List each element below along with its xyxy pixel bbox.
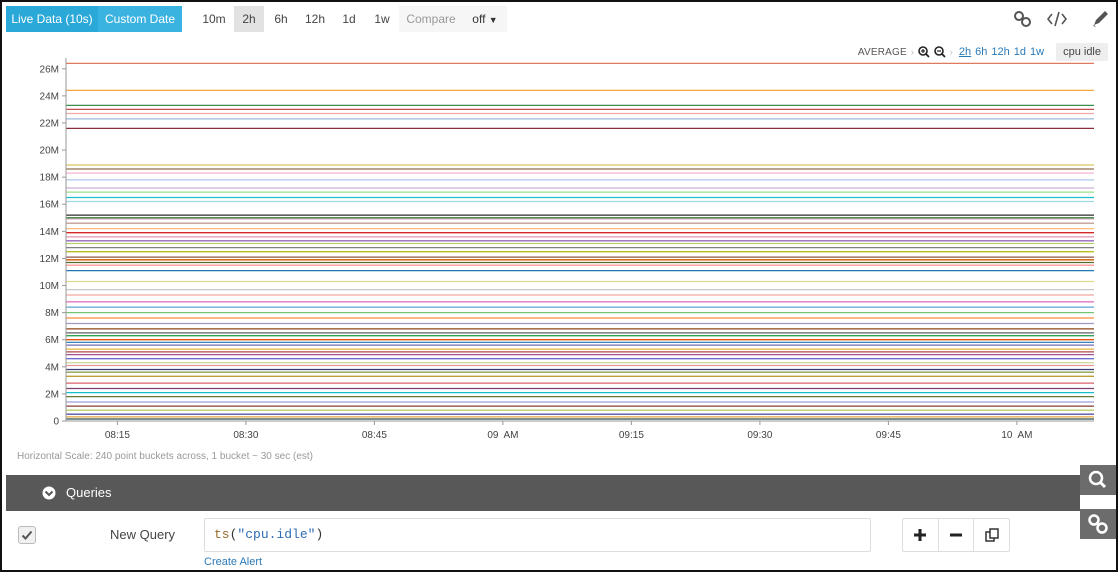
live-data-button[interactable]: Live Data (10s) (6, 6, 98, 32)
y-tick-label: 14M (40, 227, 59, 238)
range-10m-button[interactable]: 10m (195, 6, 233, 32)
horizontal-scale-note: Horizontal Scale: 240 point buckets acro… (17, 451, 313, 462)
range-1d-button[interactable]: 1d (333, 6, 365, 32)
search-button[interactable] (1080, 465, 1116, 495)
compare-value: off (472, 12, 486, 26)
link-icon (1088, 514, 1108, 534)
copy-icon (984, 528, 999, 542)
add-query-button[interactable] (903, 519, 939, 551)
y-tick-label: 16M (40, 200, 59, 211)
compare-label: Compare (399, 6, 463, 32)
query-argument: "cpu.idle" (237, 527, 316, 542)
copy-query-button[interactable] (974, 519, 1009, 551)
chevron-down-icon (42, 486, 56, 500)
app-frame: Live Data (10s) Custom Date 10m 2h 6h 12… (0, 0, 1118, 572)
x-tick-label: 09:30 (747, 430, 772, 441)
y-tick-label: 26M (40, 64, 59, 75)
x-tick-label: 09 AM (487, 430, 518, 441)
remove-query-button[interactable] (939, 519, 975, 551)
y-tick-label: 2M (45, 389, 59, 400)
caret-down-icon: ▼ (488, 15, 498, 25)
create-alert-link[interactable]: Create Alert (204, 556, 262, 568)
query-function: ts (214, 527, 230, 542)
chart-panel: AVERAGE › › 2h 6h 12h 1d 1w cpu idle 0 2… (6, 36, 1114, 466)
range-2h-button[interactable]: 2h (234, 6, 264, 32)
time-toolbar: Live Data (10s) Custom Date 10m 2h 6h 12… (6, 6, 1114, 32)
series-layer (66, 62, 1094, 420)
x-tick-label: 08:45 (362, 430, 387, 441)
custom-date-button[interactable]: Custom Date (98, 6, 182, 32)
range-6h-button[interactable]: 6h (265, 6, 297, 32)
checkmark-icon (21, 530, 33, 540)
y-tick-label: 12M (40, 254, 59, 265)
code-icon[interactable] (1046, 9, 1068, 29)
x-tick-label: 08:30 (233, 430, 258, 441)
minus-icon (950, 533, 962, 537)
query-enabled-checkbox[interactable] (18, 526, 36, 544)
y-tick-label: 4M (45, 362, 59, 373)
query-name[interactable]: New Query (110, 527, 175, 542)
paren-close: ) (315, 527, 324, 542)
y-tick-label: 10M (40, 281, 59, 292)
range-12h-button[interactable]: 12h (298, 6, 332, 32)
y-tick-label: 0 (53, 417, 59, 428)
y-tick-label: 22M (40, 118, 59, 129)
x-tick-label: 09:15 (619, 430, 644, 441)
y-tick-label: 18M (40, 173, 59, 184)
x-tick-label: 10 AM (1001, 430, 1032, 441)
pencil-icon[interactable] (1090, 9, 1112, 29)
queries-title: Queries (66, 485, 112, 500)
range-1w-button[interactable]: 1w (366, 6, 398, 32)
y-tick-label: 6M (45, 335, 59, 346)
y-tick-label: 24M (40, 91, 59, 102)
plus-icon (914, 529, 927, 541)
y-tick-label: 8M (45, 308, 59, 319)
compare-dropdown[interactable]: off ▼ (463, 6, 507, 32)
link-icon[interactable] (1012, 9, 1034, 29)
query-expression-input[interactable]: ts("cpu.idle") (204, 518, 871, 552)
line-chart[interactable]: 0 2M 4M 6M 8M 10M 12M 14M 16M 18M 20M 22M 24M 26M 08:1… (6, 54, 1114, 466)
x-tick-label: 08:15 (105, 430, 130, 441)
queries-header[interactable]: Queries (6, 475, 1080, 511)
link-side-button[interactable] (1080, 509, 1116, 539)
y-tick-label: 20M (40, 146, 59, 157)
search-icon (1088, 470, 1107, 489)
x-tick-label: 09:45 (876, 430, 901, 441)
query-actions (902, 518, 1010, 552)
